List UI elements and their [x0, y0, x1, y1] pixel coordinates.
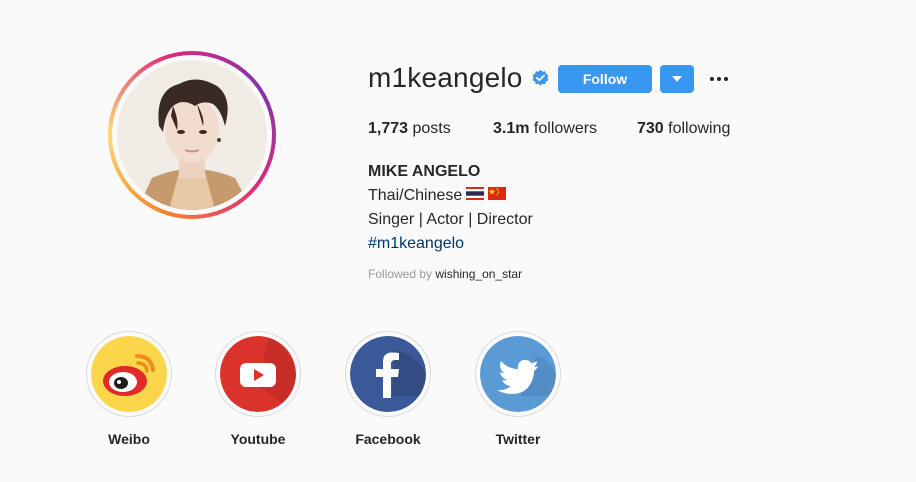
- bio-hashtag-link[interactable]: #m1keangelo: [368, 232, 533, 256]
- highlight-ring: [86, 331, 172, 417]
- following-count-value: 730: [637, 120, 664, 137]
- followed-by: Followed by wishing_on_star: [368, 266, 522, 282]
- highlight-weibo[interactable]: Weibo: [86, 331, 172, 448]
- profile-bio: MIKE ANGELO Thai/Chinese Singer | Actor …: [368, 160, 533, 256]
- posts-count-label: posts: [408, 120, 451, 137]
- bio-line-nationality: Thai/Chinese: [368, 184, 533, 208]
- more-options-icon: [710, 77, 728, 81]
- profile-avatar-ring[interactable]: [108, 51, 276, 219]
- followers-count-label: followers: [529, 120, 598, 137]
- weibo-icon: [91, 336, 167, 412]
- posts-count-value: 1,773: [368, 120, 409, 137]
- highlight-facebook[interactable]: Facebook: [345, 331, 431, 448]
- following-count-label: following: [663, 120, 731, 137]
- profile-avatar[interactable]: [117, 60, 267, 210]
- following-link[interactable]: 730 following: [637, 119, 730, 139]
- follow-button[interactable]: Follow: [558, 65, 652, 93]
- highlight-youtube[interactable]: Youtube: [215, 331, 301, 448]
- followed-by-label: Followed by: [368, 267, 436, 281]
- highlight-ring: [345, 331, 431, 417]
- avatar-gap: [112, 55, 272, 215]
- highlight-twitter[interactable]: Twitter: [475, 331, 561, 448]
- verified-badge-icon: [531, 69, 550, 88]
- youtube-icon: [220, 336, 296, 412]
- twitter-icon: [480, 336, 556, 412]
- posts-count: 1,773 posts: [368, 119, 451, 139]
- bio-nationality-text: Thai/Chinese: [368, 187, 463, 204]
- highlight-label: Youtube: [230, 431, 286, 447]
- more-options-button[interactable]: [706, 66, 732, 92]
- highlight-ring: [475, 331, 561, 417]
- caret-down-icon: [672, 76, 682, 82]
- suggested-dropdown-button[interactable]: [660, 65, 694, 93]
- thailand-flag-icon: [466, 184, 485, 208]
- highlight-label: Twitter: [495, 431, 541, 447]
- highlight-label: Weibo: [108, 431, 150, 447]
- highlight-ring: [215, 331, 301, 417]
- china-flag-icon: [488, 184, 507, 208]
- followers-count-value: 3.1m: [493, 120, 530, 137]
- profile-username: m1keangelo: [368, 62, 523, 93]
- highlight-label: Facebook: [355, 431, 421, 447]
- followers-link[interactable]: 3.1m followers: [493, 119, 597, 139]
- followed-by-user-link[interactable]: wishing_on_star: [435, 267, 522, 281]
- username-row: m1keangelo: [368, 60, 550, 96]
- bio-occupation: Singer | Actor | Director: [368, 211, 533, 228]
- facebook-icon: [350, 336, 426, 412]
- profile-full-name: MIKE ANGELO: [368, 163, 481, 180]
